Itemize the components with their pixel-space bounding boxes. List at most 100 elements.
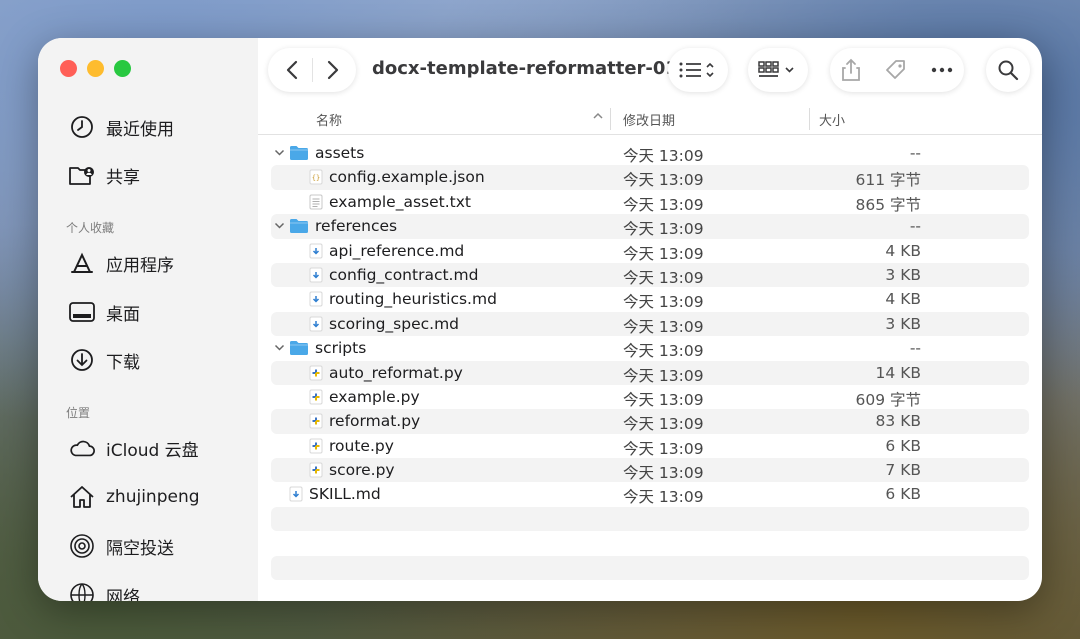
- file-row[interactable]: route.py 今天 13:09 6 KB: [271, 434, 1029, 458]
- file-row[interactable]: {} config.example.json 今天 13:09 611 字节: [271, 165, 1029, 190]
- file-row[interactable]: reformat.py 今天 13:09 83 KB: [271, 409, 1029, 434]
- file-row[interactable]: scoring_spec.md 今天 13:09 3 KB: [271, 311, 1029, 337]
- file-name: example.py: [329, 387, 420, 406]
- python-file-icon: [309, 365, 323, 381]
- file-date: 今天 13:09: [623, 171, 704, 190]
- svg-text:{}: {}: [312, 174, 320, 182]
- sort-ascending-icon: [592, 108, 604, 128]
- empty-row: [271, 555, 1029, 581]
- column-size-header[interactable]: 大小: [819, 110, 845, 129]
- markdown-file-icon: [309, 267, 323, 283]
- cloud-icon: [68, 434, 96, 462]
- share-button[interactable]: [841, 58, 861, 82]
- file-name: route.py: [329, 436, 394, 455]
- column-header: 名称 修改日期 大小: [258, 108, 1042, 135]
- sidebar-item-label: 桌面: [106, 304, 140, 325]
- file-name-cell: api_reference.md: [291, 242, 464, 260]
- markdown-file-icon: [289, 486, 303, 502]
- python-file-icon: [309, 438, 323, 454]
- more-icon: [931, 67, 952, 73]
- column-name-header[interactable]: 名称: [316, 110, 342, 129]
- sidebar-item-shared[interactable]: 共享: [68, 160, 140, 190]
- zoom-button[interactable]: [114, 60, 131, 77]
- search-button[interactable]: [986, 48, 1030, 92]
- disclosure-chevron-icon[interactable]: [271, 220, 287, 233]
- python-file-icon: [309, 413, 323, 429]
- window-title: docx-template-reformatter-01...: [372, 58, 699, 79]
- sidebar-item-airdrop[interactable]: 隔空投送: [68, 531, 174, 561]
- clock-icon: [68, 113, 96, 141]
- file-name: scoring_spec.md: [329, 314, 460, 333]
- download-icon: [68, 346, 96, 374]
- file-size: 865 字节: [855, 195, 921, 214]
- folder-icon: [289, 145, 309, 161]
- sidebar-item-icloud[interactable]: iCloud 云盘: [68, 433, 199, 463]
- file-name-cell: SKILL.md: [271, 485, 381, 503]
- airdrop-icon: [68, 532, 96, 560]
- sidebar-item-label: iCloud 云盘: [106, 440, 199, 461]
- file-size: 611 字节: [855, 171, 921, 190]
- file-row[interactable]: references 今天 13:09 --: [271, 214, 1029, 239]
- folder-icon: [289, 340, 309, 356]
- file-row[interactable]: auto_reformat.py 今天 13:09 14 KB: [271, 360, 1029, 385]
- sidebar-item-applications[interactable]: 应用程序: [68, 248, 174, 278]
- file-name-cell: references: [271, 217, 397, 235]
- file-row[interactable]: SKILL.md 今天 13:09 6 KB: [271, 482, 1029, 506]
- file-row[interactable]: config_contract.md 今天 13:09 3 KB: [271, 262, 1029, 288]
- sidebar-item-network[interactable]: 网络: [68, 580, 140, 601]
- tag-button[interactable]: [884, 58, 908, 82]
- sidebar-item-home[interactable]: zhujinpeng: [68, 482, 200, 512]
- file-date: 今天 13:09: [623, 342, 704, 361]
- file-name: scripts: [315, 339, 367, 358]
- file-name-cell: assets: [271, 144, 364, 162]
- file-name: reformat.py: [329, 412, 421, 431]
- sidebar-item-desktop[interactable]: 桌面: [68, 297, 140, 327]
- file-name-cell: score.py: [291, 461, 395, 479]
- finder-window: 最近使用 共享 个人收藏 应用程序 桌面 下载 位置 iCloud 云盘 zhu…: [38, 38, 1042, 601]
- disclosure-chevron-icon[interactable]: [271, 147, 287, 160]
- group-by-button[interactable]: [748, 48, 808, 92]
- more-button[interactable]: [931, 67, 953, 73]
- tag-icon: [886, 60, 905, 79]
- empty-row: [271, 506, 1029, 532]
- file-size: 14 KB: [875, 363, 921, 382]
- file-size: 7 KB: [885, 461, 921, 480]
- window-controls: [60, 60, 131, 77]
- file-row[interactable]: api_reference.md 今天 13:09 4 KB: [271, 239, 1029, 263]
- file-row[interactable]: example_asset.txt 今天 13:09 865 字节: [271, 190, 1029, 214]
- file-date: 今天 13:09: [623, 293, 704, 312]
- sidebar-item-downloads[interactable]: 下载: [68, 345, 140, 375]
- sidebar-item-label: 隔空投送: [106, 538, 174, 559]
- minimize-button[interactable]: [87, 60, 104, 77]
- view-mode-button[interactable]: [668, 48, 728, 92]
- file-date: 今天 13:09: [623, 268, 704, 287]
- sidebar-item-label: 下载: [106, 352, 140, 373]
- network-icon: [68, 581, 96, 601]
- sidebar-item-recents[interactable]: 最近使用: [68, 112, 174, 142]
- close-button[interactable]: [60, 60, 77, 77]
- file-row[interactable]: scripts 今天 13:09 --: [271, 336, 1029, 360]
- file-size: 3 KB: [885, 314, 921, 333]
- file-size: --: [909, 339, 921, 358]
- forward-button[interactable]: [313, 59, 353, 81]
- file-size: 4 KB: [885, 241, 921, 260]
- sidebar-item-label: 应用程序: [106, 255, 174, 276]
- file-name-cell: example.py: [291, 388, 420, 406]
- file-name-cell: config_contract.md: [291, 266, 478, 284]
- file-row[interactable]: assets 今天 13:09 --: [271, 141, 1029, 165]
- disclosure-chevron-icon[interactable]: [271, 342, 287, 355]
- home-icon: [68, 483, 96, 511]
- file-row[interactable]: routing_heuristics.md 今天 13:09 4 KB: [271, 287, 1029, 311]
- file-name: SKILL.md: [309, 485, 381, 504]
- list-view-icon: [679, 62, 714, 78]
- file-row[interactable]: example.py 今天 13:09 609 字节: [271, 385, 1029, 409]
- search-icon: [998, 60, 1019, 81]
- chevron-left-icon: [286, 60, 297, 80]
- markdown-file-icon: [309, 291, 323, 307]
- column-modified-header[interactable]: 修改日期: [623, 110, 675, 129]
- file-size: 4 KB: [885, 290, 921, 309]
- grid-view-icon: [758, 61, 794, 77]
- file-name-cell: scripts: [271, 339, 366, 357]
- back-button[interactable]: [272, 59, 312, 81]
- file-row[interactable]: score.py 今天 13:09 7 KB: [271, 458, 1029, 483]
